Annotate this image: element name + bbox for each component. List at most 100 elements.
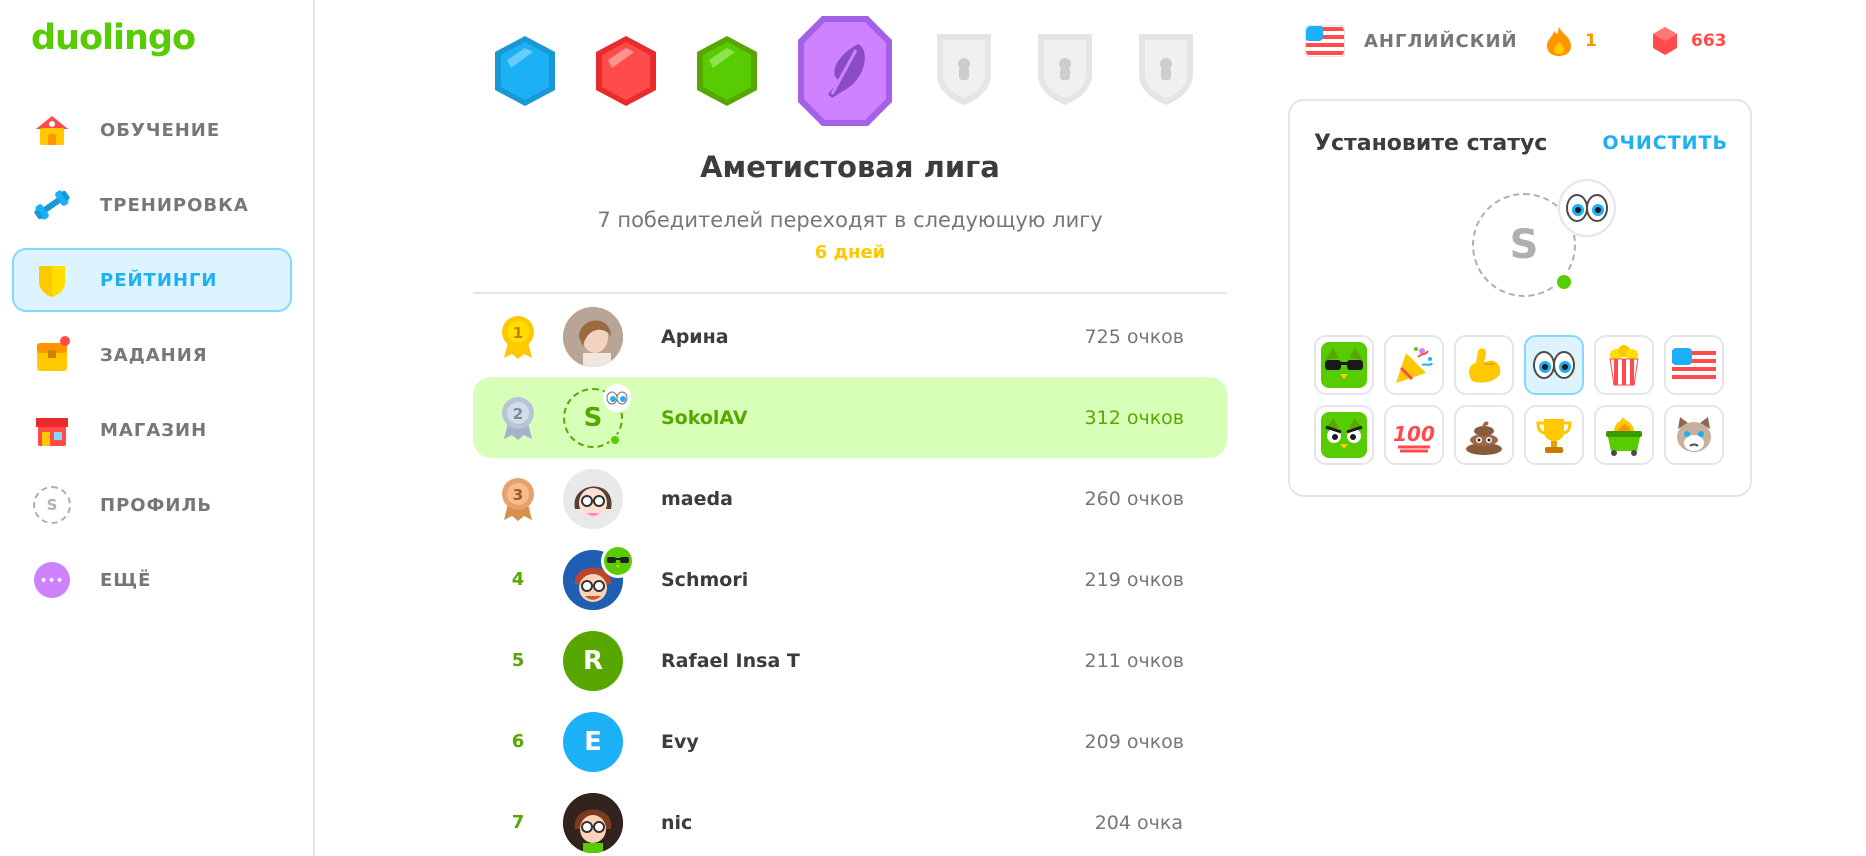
hundred-points-icon[interactable]: 100 <box>1384 405 1444 465</box>
sidebar-item-label: ЗАДАНИЯ <box>100 344 208 366</box>
sidebar-item-practice[interactable]: ТРЕНИРОВКА <box>12 173 292 237</box>
league-badge-ruby-icon <box>596 36 656 106</box>
user-xp: 209 очков <box>1084 730 1184 753</box>
avatar[interactable] <box>563 543 635 610</box>
sidebar-item-label: ТРЕНИРОВКА <box>100 194 249 216</box>
leaderboard-row[interactable]: 5 R Rafael Insa T 211 очков <box>473 620 1227 701</box>
avatar[interactable] <box>563 792 623 853</box>
grumpy-cat-icon[interactable] <box>1664 405 1724 465</box>
language-selector[interactable]: АНГЛИЙСКИЙ <box>1305 18 1518 64</box>
league-time-left: 6 дней <box>814 242 886 263</box>
leaderboard-list: 1 Арина 725 очков 2 S SokolAV 312 очков … <box>473 296 1227 856</box>
shop-icon <box>32 410 72 450</box>
sidebar-item-shop[interactable]: МАГАЗИН <box>12 398 292 462</box>
trophy-icon[interactable] <box>1524 405 1584 465</box>
fire-icon <box>1547 27 1571 56</box>
online-status-dot <box>609 433 621 446</box>
leaderboard-row[interactable]: 1 Арина 725 очков <box>473 296 1227 377</box>
league-subtitle: 7 победителей переходят в следующую лигу <box>597 208 1103 232</box>
sidebar-item-label: РЕЙТИНГИ <box>100 269 218 291</box>
gem-count: 663 <box>1691 31 1727 51</box>
sidebar-nav: ОБУЧЕНИЕ ТРЕНИРОВКА РЕЙТИНГИ ЗАДАНИЯ МАГ… <box>12 98 292 623</box>
streak-count: 1 <box>1585 31 1597 51</box>
us-flag-icon[interactable] <box>1664 335 1724 395</box>
rank-number: 6 <box>511 731 525 752</box>
league-badge-emerald-icon <box>697 36 757 106</box>
sidebar-item-learn[interactable]: ОБУЧЕНИЕ <box>12 98 292 162</box>
us-flag-icon <box>1305 25 1345 57</box>
sidebar-item-label: ЕЩЁ <box>100 569 152 591</box>
profile-icon: S <box>32 485 72 525</box>
status-card: Установите статус ОЧИСТИТЬ S 100 <box>1288 99 1752 497</box>
leaderboard-main: Аметистовая лига 7 победителей переходят… <box>473 0 1227 856</box>
user-name: Rafael Insa T <box>661 649 800 672</box>
sidebar-item-more[interactable]: ••• ЕЩЁ <box>12 548 292 612</box>
streak-counter[interactable]: 1 <box>1545 18 1597 64</box>
party-popper-icon[interactable] <box>1384 335 1444 395</box>
gem-icon <box>1653 27 1677 55</box>
popcorn-icon[interactable] <box>1594 335 1654 395</box>
sidebar-item-label: МАГАЗИН <box>100 419 208 441</box>
leaderboard-row[interactable]: 6 E Evy 209 очков <box>473 701 1227 782</box>
dumpster-fire-icon[interactable] <box>1594 405 1654 465</box>
avatar[interactable]: S <box>563 383 631 448</box>
flexed-biceps-icon[interactable] <box>1454 335 1514 395</box>
avatar[interactable]: R <box>563 630 623 691</box>
user-xp: 260 очков <box>1084 487 1184 510</box>
rank-medal-bronze-icon: 3 <box>473 476 563 522</box>
sidebar-item-quests[interactable]: ЗАДАНИЯ <box>12 323 292 387</box>
sidebar-item-profile[interactable]: S ПРОФИЛЬ <box>12 473 292 537</box>
svg-text:100: 100 <box>1393 422 1435 446</box>
league-title: Аметистовая лига <box>700 150 1000 184</box>
angry-owl-icon[interactable] <box>1314 405 1374 465</box>
user-name: maeda <box>661 487 733 510</box>
online-status-dot <box>1554 272 1574 292</box>
stats-bar: АНГЛИЙСКИЙ 1 663 <box>1305 18 1765 64</box>
sunglasses-owl-icon <box>601 543 635 578</box>
shield-icon <box>32 260 72 300</box>
sunglasses-owl-icon[interactable] <box>1314 335 1374 395</box>
rank-medal-gold-icon: 1 <box>473 314 563 360</box>
leaderboard-row[interactable]: 4 Schmori 219 очков <box>473 539 1227 620</box>
svg-text:3: 3 <box>513 486 523 504</box>
rank-medal-silver-icon: 2 <box>473 395 563 441</box>
status-preview-eyes-icon <box>1558 179 1616 237</box>
rank-number: 7 <box>511 812 525 833</box>
sidebar-item-label: ОБУЧЕНИЕ <box>100 119 221 141</box>
duolingo-logo[interactable]: duolingo <box>31 18 196 58</box>
league-badge-amethyst-icon <box>798 16 892 126</box>
league-badge-locked-icon <box>1038 34 1092 105</box>
sidebar-item-label: ПРОФИЛЬ <box>100 494 213 516</box>
league-badge-locked-icon <box>1139 34 1193 105</box>
language-label: АНГЛИЙСКИЙ <box>1364 30 1518 52</box>
rank-number: 5 <box>511 650 525 671</box>
gems-counter[interactable]: 663 <box>1651 18 1727 64</box>
avatar[interactable]: E <box>563 711 623 772</box>
leaderboard-row[interactable]: 7 nic 204 очка <box>473 782 1227 856</box>
user-name: Арина <box>661 325 729 348</box>
user-xp: 211 очков <box>1084 649 1184 672</box>
leaderboard-row[interactable]: 3 maeda 260 очков <box>473 458 1227 539</box>
avatar[interactable] <box>563 468 623 529</box>
user-name: SokolAV <box>661 406 748 429</box>
divider <box>473 292 1227 294</box>
clear-status-button[interactable]: ОЧИСТИТЬ <box>1602 132 1728 154</box>
svg-text:2: 2 <box>513 405 523 423</box>
svg-text:1: 1 <box>513 324 523 342</box>
dumbbell-icon <box>32 185 72 225</box>
league-badge-locked-icon <box>937 34 991 105</box>
league-badge-sapphire-icon <box>495 36 555 106</box>
user-xp: 219 очков <box>1084 568 1184 591</box>
user-name: nic <box>661 811 693 834</box>
user-name: Schmori <box>661 568 749 591</box>
league-badges <box>493 14 1213 129</box>
avatar[interactable] <box>563 306 623 367</box>
user-xp: 204 очка <box>1094 811 1183 834</box>
user-xp: 725 очков <box>1084 325 1184 348</box>
eyes-icon[interactable] <box>1524 335 1584 395</box>
home-icon <box>32 110 72 150</box>
eyes-icon <box>603 383 631 412</box>
poop-icon[interactable] <box>1454 405 1514 465</box>
sidebar-item-leaderboards[interactable]: РЕЙТИНГИ <box>12 248 292 312</box>
leaderboard-row-current-user[interactable]: 2 S SokolAV 312 очков <box>473 377 1227 458</box>
